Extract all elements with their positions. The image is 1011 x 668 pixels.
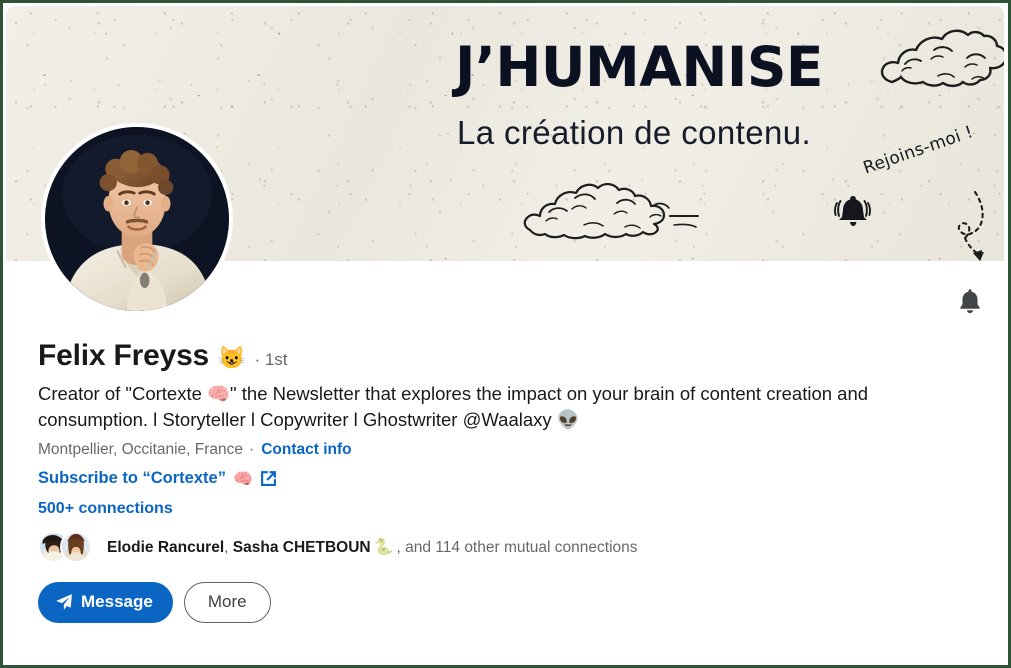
subscribe-label: Subscribe to “Cortexte”	[38, 469, 226, 488]
banner-subline: La création de contenu.	[456, 114, 812, 151]
mutual-avatar-photo-2	[62, 532, 90, 561]
contact-info-link[interactable]: Contact info	[261, 441, 351, 459]
mutual-name-2: Sasha CHETBOUN	[232, 538, 371, 556]
brain-emoji: 🧠	[232, 470, 253, 488]
mutual-name-comma: ,	[224, 538, 233, 556]
profile-avatar[interactable]	[41, 123, 233, 315]
location-text: Montpellier, Occitanie, France	[38, 440, 244, 458]
message-button-label: Message	[81, 592, 153, 612]
send-plane-icon	[56, 594, 72, 610]
snake-emoji: 🐍	[373, 538, 394, 556]
bell-doodle	[834, 196, 871, 226]
action-buttons: Message More	[38, 581, 984, 623]
message-button[interactable]: Message	[38, 581, 173, 623]
location-row: Montpellier, Occitanie, France · Contact…	[38, 441, 984, 459]
banner-headline: J’HUMANISE	[454, 35, 824, 99]
location-separator: ·	[249, 440, 255, 458]
connections-count-link[interactable]: 500+ connections	[38, 500, 173, 518]
mutual-suffix: , and 114 other mutual connections	[396, 538, 638, 556]
curved-dashed-arrow-doodle	[957, 190, 984, 261]
mutual-name-1: Elodie Rancurel	[107, 538, 225, 556]
page-title: Felix Freyss	[38, 339, 210, 372]
name-row: Felix Freyss 😺 · 1st	[38, 339, 984, 372]
profile-info: Felix Freyss 😺 · 1st Creator of "Cortext…	[38, 339, 984, 623]
profile-headline: Creator of "Cortexte 🧠" the Newsletter t…	[38, 383, 869, 431]
mutual-avatars	[38, 530, 98, 563]
connection-degree-badge: · 1st	[254, 350, 288, 369]
cloud-doodle	[523, 183, 699, 240]
mutual-connections-row[interactable]: Elodie Rancurel, Sasha CHETBOUN 🐍, and 11…	[38, 530, 638, 563]
external-link-icon	[260, 471, 276, 486]
cat-face-emoji: 😺	[218, 345, 246, 370]
notify-bell-button[interactable]	[950, 281, 990, 321]
mutual-connections-text: Elodie Rancurel, Sasha CHETBOUN 🐍, and 11…	[107, 537, 638, 557]
profile-page-frame: Rejoins-moi ! J’HUMANISE La création de …	[0, 0, 1011, 668]
avatar	[60, 530, 92, 563]
more-button[interactable]: More	[183, 581, 271, 623]
bell-icon	[960, 289, 980, 314]
subscribe-newsletter-link[interactable]: Subscribe to “Cortexte” 🧠	[38, 469, 277, 489]
avatar-photo	[45, 127, 229, 311]
cloud-doodle	[880, 29, 1004, 88]
profile-card: Rejoins-moi ! J’HUMANISE La création de …	[6, 6, 1004, 661]
